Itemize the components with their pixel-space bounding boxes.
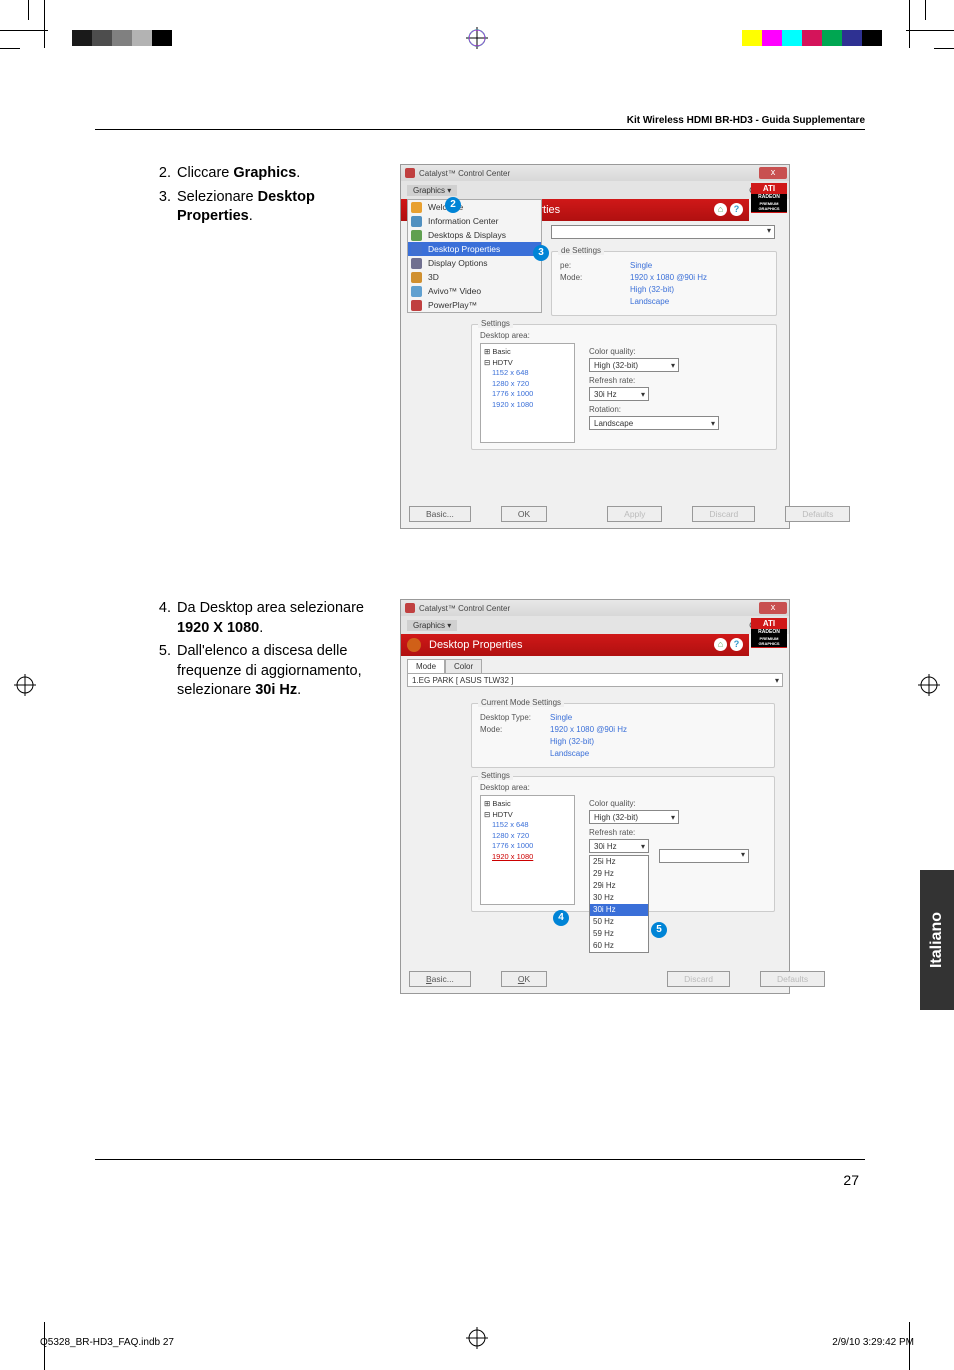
window-titlebar: Catalyst™ Control Center x — [401, 165, 789, 181]
help-icon[interactable]: ? — [730, 203, 743, 216]
graphics-dropdown-menu: Welcome Information Center Desktops & Di… — [407, 199, 542, 313]
menu-desktops-displays[interactable]: Desktops & Displays — [408, 228, 541, 242]
screenshot-2: Catalyst™ Control Center x Graphics ▾ Op… — [400, 599, 790, 994]
registration-mark-top — [466, 27, 488, 54]
discard-button[interactable]: Discard — [667, 971, 730, 987]
callout-4: 4 — [553, 910, 569, 926]
instructions-block-1: 2. Cliccare Graphics. 3. Selezionare Des… — [95, 164, 380, 529]
tab-color[interactable]: Color — [445, 659, 482, 673]
panel-title-bar: Desktop Properties ⌂ ? — [401, 634, 749, 656]
help-icon[interactable]: ? — [730, 638, 743, 651]
ati-logo: ATI RADEON PREMIUM GRAPHICS — [751, 618, 787, 648]
close-icon[interactable]: x — [759, 602, 787, 614]
color-quality-dropdown[interactable]: High (32-bit) — [589, 358, 679, 372]
screenshot-1: Catalyst™ Control Center x Graphics ▾ Op… — [400, 164, 790, 529]
settings-group-label: Settings — [478, 319, 513, 328]
header-rule — [95, 129, 865, 130]
instruction-4: 4. Da Desktop area selezionare 1920 X 10… — [155, 599, 380, 638]
display-selector[interactable] — [551, 225, 775, 239]
home-icon[interactable]: ⌂ — [714, 638, 727, 651]
print-colorbar-left — [72, 30, 172, 46]
callout-2: 2 — [445, 197, 461, 213]
close-icon[interactable]: x — [759, 167, 787, 179]
menu-powerplay[interactable]: PowerPlay™ — [408, 298, 541, 312]
language-tab-italiano: Italiano — [920, 870, 954, 1010]
print-colorbar-right — [742, 30, 882, 46]
basic-button[interactable]: Basic... — [409, 971, 471, 987]
menu-info-center[interactable]: Information Center — [408, 214, 541, 228]
refresh-rate-dropdown[interactable]: 30i Hz — [589, 387, 649, 401]
defaults-button[interactable]: Defaults — [760, 971, 825, 987]
rotation-dropdown[interactable]: Landscape — [589, 416, 719, 430]
window-titlebar: Catalyst™ Control Center x — [401, 600, 789, 616]
defaults-button[interactable]: Defaults — [785, 506, 850, 522]
settings-group-label: Settings — [478, 771, 513, 780]
callout-3: 3 — [533, 245, 549, 261]
home-icon[interactable]: ⌂ — [714, 203, 727, 216]
refresh-rate-options-list[interactable]: 25i Hz 29 Hz 29i Hz 30 Hz 30i Hz 50 Hz 5… — [589, 855, 649, 953]
running-header: Kit Wireless HDMI BR-HD3 - Guida Supplem… — [95, 115, 865, 129]
desktop-area-tree[interactable]: ⊞ Basic ⊟ HDTV 1152 x 648 1280 x 720 177… — [480, 343, 575, 443]
registration-mark-left — [14, 674, 36, 701]
graphics-menu-button[interactable]: Graphics ▾ — [407, 620, 457, 631]
instruction-3: 3. Selezionare Desktop Properties. — [155, 188, 380, 227]
menu-avivo-video[interactable]: Avivo™ Video — [408, 284, 541, 298]
instructions-block-2: 4. Da Desktop area selezionare 1920 X 10… — [95, 599, 380, 994]
discard-button[interactable]: Discard — [692, 506, 755, 522]
basic-button[interactable]: Basic... — [409, 506, 471, 522]
graphics-menu-button[interactable]: Graphics ▾ — [407, 185, 457, 196]
desktop-area-tree[interactable]: ⊞ Basic ⊟ HDTV 1152 x 648 1280 x 720 177… — [480, 795, 575, 905]
callout-5: 5 — [651, 922, 667, 938]
rotation-dropdown-collapsed[interactable]: ▾ — [659, 849, 749, 863]
menu-welcome[interactable]: Welcome — [408, 200, 541, 214]
instruction-5: 5. Dall'elenco a discesa delle frequenze… — [155, 642, 380, 701]
app-icon — [405, 603, 415, 613]
menu-display-options[interactable]: Display Options — [408, 256, 541, 270]
menu-3d[interactable]: 3D — [408, 270, 541, 284]
ok-button[interactable]: OK — [501, 506, 547, 522]
apply-button[interactable]: Apply — [607, 506, 662, 522]
app-icon — [405, 168, 415, 178]
tab-mode[interactable]: Mode — [407, 659, 445, 673]
display-selector[interactable]: 1.EG PARK [ ASUS TLW32 ] ▾ — [407, 673, 783, 687]
registration-mark-bottom — [466, 1327, 488, 1354]
footer-rule — [95, 1159, 865, 1160]
menu-desktop-properties[interactable]: Desktop Properties — [408, 242, 541, 256]
color-quality-dropdown[interactable]: High (32-bit) — [589, 810, 679, 824]
ati-logo: ATI RADEON PREMIUM GRAPHICS — [751, 183, 787, 213]
page-number: 27 — [843, 1172, 859, 1188]
instruction-2: 2. Cliccare Graphics. — [155, 164, 380, 184]
panel-icon — [407, 638, 421, 652]
refresh-rate-dropdown[interactable]: 30i Hz — [589, 839, 649, 853]
ok-button[interactable]: OK — [501, 971, 547, 987]
current-mode-group-label: Current Mode Settings — [478, 698, 564, 707]
registration-mark-right — [918, 674, 940, 701]
mode-settings-group-label: de Settings — [558, 246, 604, 255]
